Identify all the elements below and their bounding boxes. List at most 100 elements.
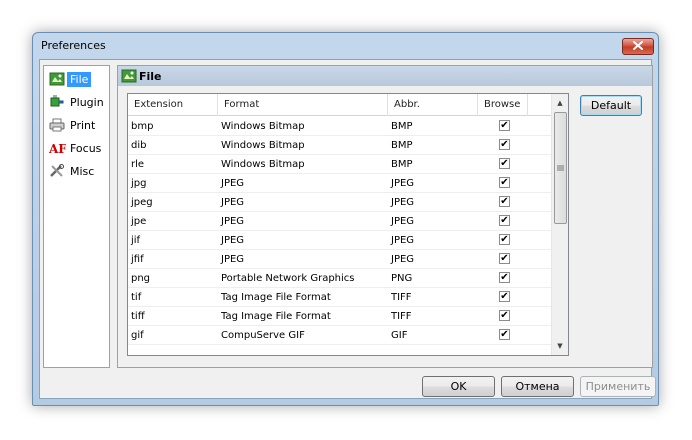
nav-item-label: Misc xyxy=(70,164,95,178)
printer-icon xyxy=(47,117,67,133)
cell-extension: tiff xyxy=(131,311,145,322)
nav-item-print[interactable]: Print xyxy=(47,115,109,135)
close-icon xyxy=(633,40,643,53)
nav-item-label: Print xyxy=(70,118,96,132)
panel-header: File xyxy=(118,66,652,86)
file-settings-panel: File Extension Format Abbr. Browse bmp Wi… xyxy=(117,65,653,368)
dialog-client-area: File Plugin Print AF Focus Misc File Ext… xyxy=(39,59,656,399)
plugin-icon xyxy=(47,94,67,110)
browse-checkbox[interactable]: ✔ xyxy=(499,196,510,207)
cell-format: Tag Image File Format xyxy=(221,311,331,322)
column-header-format[interactable]: Format xyxy=(218,94,388,116)
cell-format: JPEG xyxy=(221,197,245,208)
cell-format: JPEG xyxy=(221,178,245,189)
browse-checkbox[interactable]: ✔ xyxy=(499,291,510,302)
scroll-down-arrow-icon[interactable]: ▼ xyxy=(552,338,568,354)
cell-abbr: BMP xyxy=(391,159,413,170)
preferences-window: Preferences File Plugin Print AF Focus M… xyxy=(32,32,659,406)
cell-extension: tif xyxy=(131,292,142,303)
file-icon xyxy=(121,69,139,83)
nav-item-label: File xyxy=(67,71,92,87)
cell-extension: bmp xyxy=(131,121,154,132)
column-header-browse[interactable]: Browse xyxy=(478,94,528,116)
nav-item-plugin[interactable]: Plugin xyxy=(47,92,109,112)
panel-title: File xyxy=(139,69,162,83)
cell-abbr: TIFF xyxy=(391,311,412,322)
cell-abbr: BMP xyxy=(391,140,413,151)
cell-extension: jif xyxy=(131,235,141,246)
cell-extension: jfif xyxy=(131,254,144,265)
file-types-grid[interactable]: Extension Format Abbr. Browse bmp Windows… xyxy=(127,93,569,356)
cell-abbr: JPEG xyxy=(391,178,415,189)
browse-checkbox[interactable]: ✔ xyxy=(499,139,510,150)
svg-text:AF: AF xyxy=(48,142,66,155)
browse-checkbox[interactable]: ✔ xyxy=(499,272,510,283)
title-bar[interactable]: Preferences xyxy=(33,33,658,59)
browse-checkbox[interactable]: ✔ xyxy=(499,310,510,321)
cell-format: JPEG xyxy=(221,254,245,265)
table-row[interactable]: gif CompuServe GIF GIF ✔ xyxy=(128,326,554,345)
scroll-up-arrow-icon[interactable]: ▲ xyxy=(552,95,568,111)
file-icon xyxy=(47,71,67,87)
cell-extension: png xyxy=(131,273,151,284)
cell-extension: jpe xyxy=(131,216,147,227)
cell-abbr: PNG xyxy=(391,273,413,284)
browse-checkbox[interactable]: ✔ xyxy=(499,234,510,245)
default-button[interactable]: Default xyxy=(580,95,642,116)
cell-extension: rle xyxy=(131,159,145,170)
cell-abbr: JPEG xyxy=(391,254,415,265)
cell-format: Windows Bitmap xyxy=(221,121,305,132)
column-header-abbr[interactable]: Abbr. xyxy=(388,94,478,116)
cell-format: Windows Bitmap xyxy=(221,159,305,170)
table-row[interactable]: jif JPEG JPEG ✔ xyxy=(128,231,554,250)
cell-abbr: BMP xyxy=(391,121,413,132)
table-row[interactable]: jpg JPEG JPEG ✔ xyxy=(128,174,554,193)
nav-item-focus[interactable]: AF Focus xyxy=(47,138,109,158)
cell-format: CompuServe GIF xyxy=(221,330,305,341)
window-title: Preferences xyxy=(41,39,106,52)
cell-extension: dib xyxy=(131,140,147,151)
tools-icon xyxy=(47,163,67,179)
focus-af-icon: AF xyxy=(47,140,67,156)
cell-format: Portable Network Graphics xyxy=(221,273,355,284)
cell-abbr: JPEG xyxy=(391,216,415,227)
cell-format: Windows Bitmap xyxy=(221,140,305,151)
category-list: File Plugin Print AF Focus Misc xyxy=(43,65,110,368)
cell-abbr: JPEG xyxy=(391,235,415,246)
cancel-button[interactable]: Отмена xyxy=(501,376,574,397)
close-button[interactable] xyxy=(622,38,654,55)
nav-item-misc[interactable]: Misc xyxy=(47,161,109,181)
cell-format: Tag Image File Format xyxy=(221,292,331,303)
cell-format: JPEG xyxy=(221,216,245,227)
table-row[interactable]: jpeg JPEG JPEG ✔ xyxy=(128,193,554,212)
scrollbar-thumb[interactable] xyxy=(554,112,567,224)
cell-abbr: TIFF xyxy=(391,292,412,303)
browse-checkbox[interactable]: ✔ xyxy=(499,215,510,226)
cell-extension: jpeg xyxy=(131,197,153,208)
table-row[interactable]: tif Tag Image File Format TIFF ✔ xyxy=(128,288,554,307)
cell-format: JPEG xyxy=(221,235,245,246)
column-header-extension[interactable]: Extension xyxy=(128,94,218,116)
table-row[interactable]: rle Windows Bitmap BMP ✔ xyxy=(128,155,554,174)
ok-button[interactable]: OK xyxy=(422,376,495,397)
table-row[interactable]: png Portable Network Graphics PNG ✔ xyxy=(128,269,554,288)
table-row[interactable]: bmp Windows Bitmap BMP ✔ xyxy=(128,117,554,136)
table-row[interactable]: tiff Tag Image File Format TIFF ✔ xyxy=(128,307,554,326)
nav-item-label: Focus xyxy=(70,141,102,155)
nav-item-file[interactable]: File xyxy=(47,69,109,89)
table-row[interactable]: jpe JPEG JPEG ✔ xyxy=(128,212,554,231)
vertical-scrollbar[interactable]: ▲ ▼ xyxy=(551,94,568,355)
cell-abbr: JPEG xyxy=(391,197,415,208)
browse-checkbox[interactable]: ✔ xyxy=(499,158,510,169)
browse-checkbox[interactable]: ✔ xyxy=(499,329,510,340)
browse-checkbox[interactable]: ✔ xyxy=(499,120,510,131)
browse-checkbox[interactable]: ✔ xyxy=(499,177,510,188)
cell-abbr: GIF xyxy=(391,330,408,341)
browse-checkbox[interactable]: ✔ xyxy=(499,253,510,264)
apply-button[interactable]: Применить xyxy=(580,376,656,397)
table-row[interactable]: dib Windows Bitmap BMP ✔ xyxy=(128,136,554,155)
grid-header: Extension Format Abbr. Browse xyxy=(128,94,554,116)
cell-extension: jpg xyxy=(131,178,147,189)
table-row[interactable]: jfif JPEG JPEG ✔ xyxy=(128,250,554,269)
cell-extension: gif xyxy=(131,330,144,341)
